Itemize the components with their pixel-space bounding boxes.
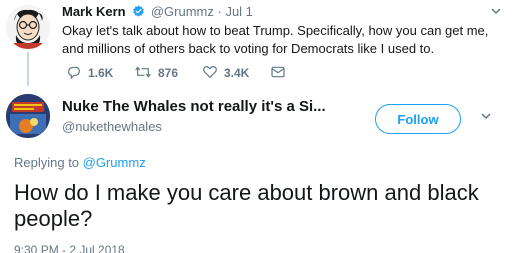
tweet1-header: Mark Kern @Grummz · Jul 1 <box>62 4 253 21</box>
tweet1-author-name[interactable]: Mark Kern <box>62 4 126 19</box>
like-count: 3.4K <box>224 66 250 80</box>
tweet2-handle[interactable]: @nukethewhales <box>62 119 162 134</box>
replying-to: Replying to @Grummz <box>14 155 146 170</box>
like-action[interactable]: 3.4K <box>202 64 249 82</box>
like-icon <box>202 64 218 83</box>
retweet-action[interactable]: 876 <box>134 64 178 82</box>
avatar-mark-kern[interactable] <box>6 5 50 49</box>
avatar-nuke-the-whales[interactable] <box>6 94 50 138</box>
tweet1-handle[interactable]: @Grummz <box>151 4 214 19</box>
replying-to-mention[interactable]: @Grummz <box>83 155 146 170</box>
verified-badge-icon <box>132 5 145 21</box>
thread-line <box>27 52 29 86</box>
retweet-count: 876 <box>158 66 179 80</box>
reply-icon <box>66 64 82 83</box>
reply-count: 1.6K <box>88 66 114 80</box>
reply-action[interactable]: 1.6K <box>66 64 113 82</box>
follow-button[interactable]: Follow <box>375 104 461 134</box>
tweet2-timestamp[interactable]: 9:30 PM - 2 Jul 2018 <box>14 243 125 253</box>
tweet1-text: Okay let's talk about how to beat Trump.… <box>62 23 489 56</box>
tweet2-text: How do I make you care about brown and b… <box>14 180 479 231</box>
tweet1-separator: · <box>217 4 222 19</box>
chevron-down-icon[interactable] <box>480 109 492 127</box>
replying-prefix: Replying to <box>14 155 80 170</box>
tweet2-author-name[interactable]: Nuke The Whales not really it's a Si... <box>62 98 326 115</box>
chevron-down-icon[interactable] <box>490 4 502 22</box>
direct-message-icon <box>270 64 286 83</box>
direct-message-action[interactable] <box>270 64 286 82</box>
tweet1-date[interactable]: Jul 1 <box>225 4 252 19</box>
retweet-icon <box>134 64 152 83</box>
